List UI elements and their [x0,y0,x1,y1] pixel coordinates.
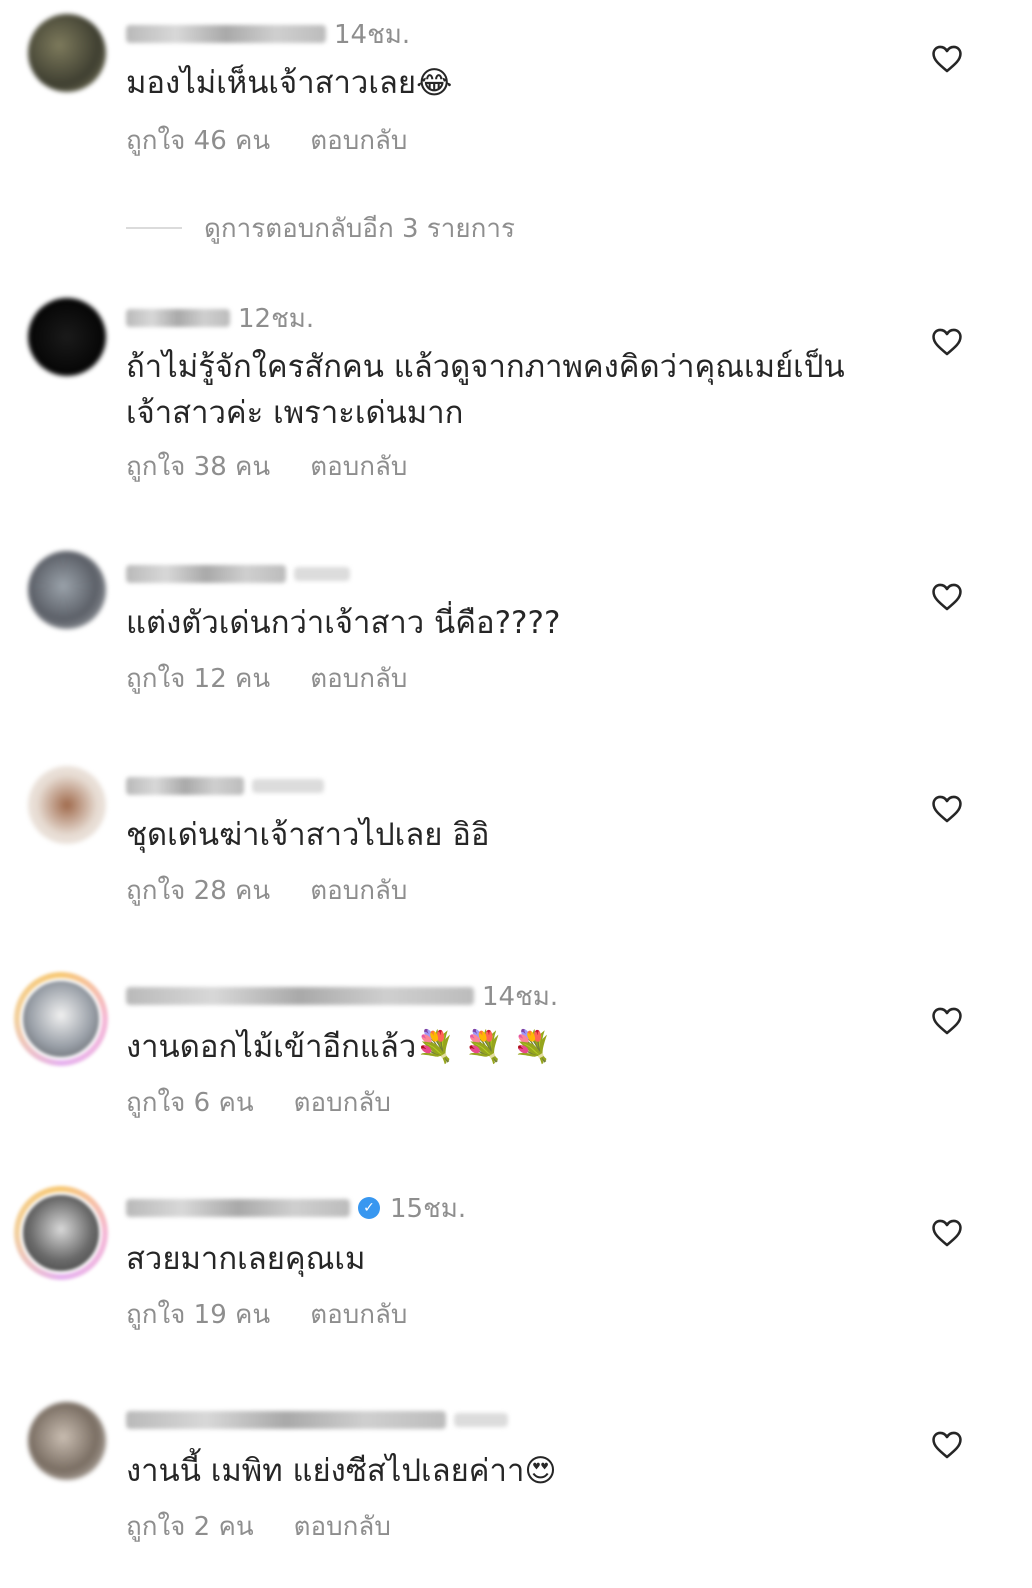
username-blurred[interactable] [126,777,244,795]
comment-actions: ถูกใจ 46 คน ตอบกลับ [126,120,407,160]
avatar[interactable] [28,766,106,844]
username-blurred[interactable] [126,25,326,43]
avatar [20,978,102,1060]
divider-line [126,227,182,229]
reply-button[interactable]: ตอบกลับ [310,1294,407,1335]
comment-meta: ✓ 15ชม. [126,1190,466,1226]
comment-time: 14ชม. [334,19,411,50]
view-more-replies[interactable]: ดูการตอบกลับอีก 3 รายการ [126,208,515,248]
reply-button[interactable]: ตอบกลับ [310,120,407,161]
comment-time: 15ชม. [390,1193,467,1224]
heart-outline-icon[interactable] [930,1428,964,1462]
time-blurred [252,779,324,793]
likes-count[interactable]: ถูกใจ 19 คน [126,1294,270,1335]
heart-outline-icon[interactable] [930,1004,964,1038]
comment-text: แต่งตัวเด่นกว่าเจ้าสาว นี่คือ???? [126,605,561,641]
likes-count[interactable]: ถูกใจ 12 คน [126,658,270,699]
comment-actions: ถูกใจ 12 คน ตอบกลับ [126,658,407,698]
comment-meta [126,1402,508,1438]
view-more-replies-label[interactable]: ดูการตอบกลับอีก 3 รายการ [204,208,515,249]
avatar [20,1192,102,1274]
comment-actions: ถูกใจ 38 คน ตอบกลับ [126,446,407,486]
username-blurred[interactable] [126,987,474,1005]
comment-actions: ถูกใจ 28 คน ตอบกลับ [126,870,407,910]
username-blurred[interactable] [126,1411,446,1429]
likes-count[interactable]: ถูกใจ 6 คน [126,1082,254,1123]
username-blurred[interactable] [126,565,286,583]
reply-button[interactable]: ตอบกลับ [310,658,407,699]
comment-meta: 14ชม. [126,978,558,1014]
username-blurred[interactable] [126,1199,350,1217]
comment-actions: ถูกใจ 2 คน ตอบกลับ [126,1506,391,1546]
reply-button[interactable]: ตอบกลับ [294,1082,391,1123]
time-blurred [454,1413,508,1427]
likes-count[interactable]: ถูกใจ 2 คน [126,1506,254,1547]
reply-button[interactable]: ตอบกลับ [310,870,407,911]
avatar[interactable] [28,551,106,629]
heart-outline-icon[interactable] [930,1216,964,1250]
heart-outline-icon[interactable] [930,580,964,614]
avatar[interactable] [28,14,106,92]
username-blurred[interactable] [126,309,230,327]
likes-count[interactable]: ถูกใจ 38 คน [126,446,270,487]
comment-meta: 12ชม. [126,300,314,336]
comment-text: มองไม่เห็นเจ้าสาวเลย😂 [126,65,453,101]
verified-badge-icon: ✓ [358,1197,380,1219]
avatar-story-ring[interactable] [14,972,108,1066]
comment-text: ถ้าไม่รู้จักใครสักคน แล้วดูจากภาพคงคิดว่… [126,349,845,431]
comment-meta [126,556,350,592]
heart-outline-icon[interactable] [930,42,964,76]
comment-time: 14ชม. [482,981,559,1012]
heart-outline-icon[interactable] [930,792,964,826]
comment-text: ชุดเด่นฆ่าเจ้าสาวไปเลย อิอิ [126,817,490,853]
comment-time: 12ชม. [238,303,315,334]
reply-button[interactable]: ตอบกลับ [310,446,407,487]
time-blurred [294,567,350,581]
comment-text: งานดอกไม้เข้าอีกแล้ว💐 💐 💐 [126,1029,552,1065]
comment-meta [126,768,324,804]
avatar-story-ring[interactable] [14,1186,108,1280]
avatar[interactable] [28,298,106,376]
likes-count[interactable]: ถูกใจ 28 คน [126,870,270,911]
comment-actions: ถูกใจ 19 คน ตอบกลับ [126,1294,407,1334]
likes-count[interactable]: ถูกใจ 46 คน [126,120,270,161]
comment-text: งานนี้ เมพิท แย่งซีสไปเลยค่าา😍 [126,1453,557,1489]
comment-actions: ถูกใจ 6 คน ตอบกลับ [126,1082,391,1122]
comment-meta: 14ชม. [126,16,410,52]
reply-button[interactable]: ตอบกลับ [294,1506,391,1547]
heart-outline-icon[interactable] [930,325,964,359]
avatar[interactable] [28,1402,106,1480]
comment-text: สวยมากเลยคุณเม [126,1241,366,1277]
